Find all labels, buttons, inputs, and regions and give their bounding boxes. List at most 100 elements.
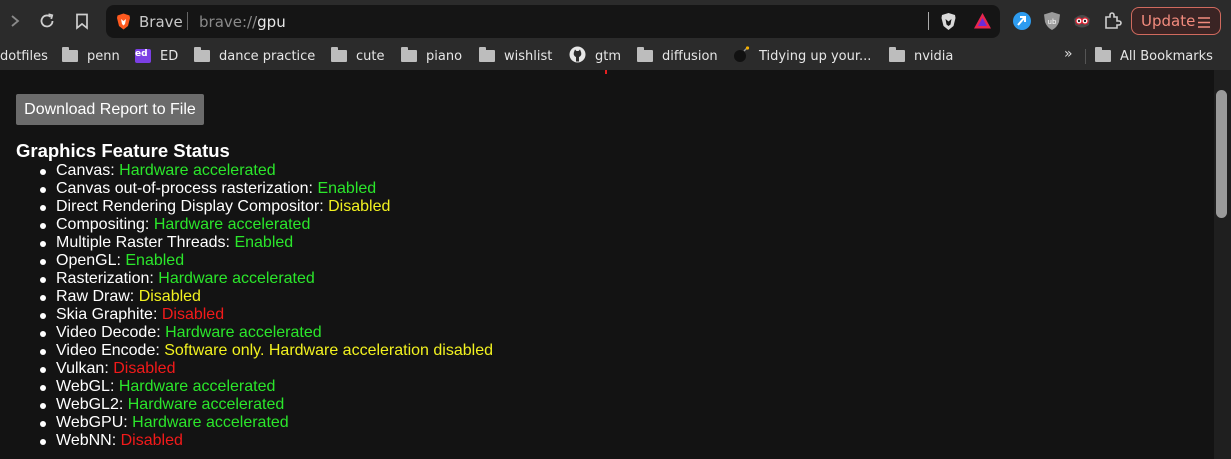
url-host: gpu bbox=[257, 13, 286, 31]
bookmark-diffusion[interactable]: diffusion bbox=[637, 47, 718, 65]
bookmark-dotfiles[interactable]: dotfiles bbox=[0, 47, 48, 65]
more-bookmarks-chevron-icon[interactable]: » bbox=[1064, 46, 1073, 62]
feature-status: Hardware accelerated bbox=[132, 414, 289, 431]
feature-status-list: Canvas: Hardware accelerated Canvas out-o… bbox=[16, 162, 493, 450]
bookmark-tidying[interactable]: Tidying up your... bbox=[733, 45, 872, 67]
bookmark-label: dance practice bbox=[219, 48, 316, 64]
ed-icon: ed bbox=[135, 49, 151, 63]
bookmark-label: All Bookmarks bbox=[1120, 48, 1213, 64]
feature-item: Rasterization: Hardware accelerated bbox=[16, 270, 493, 288]
brave-rewards-icon[interactable] bbox=[973, 12, 992, 35]
folder-icon bbox=[401, 47, 417, 62]
github-icon bbox=[569, 46, 586, 67]
folder-icon bbox=[331, 47, 347, 62]
update-button[interactable]: Update bbox=[1131, 7, 1221, 35]
forward-icon[interactable] bbox=[3, 9, 27, 33]
url-text[interactable]: brave://gpu bbox=[199, 13, 286, 31]
feature-item: Video Encode: Software only. Hardware ac… bbox=[16, 342, 493, 360]
feature-name: WebNN: bbox=[56, 432, 121, 449]
feature-name: WebGL2: bbox=[56, 396, 128, 413]
feature-item: Canvas out-of-process rasterization: Ena… bbox=[16, 180, 493, 198]
menu-icon bbox=[1197, 15, 1211, 33]
bookmarks-bar: dotfiles penn ed ED dance practice cute … bbox=[0, 42, 1231, 70]
feature-name: Compositing: bbox=[56, 216, 154, 233]
feature-item: Multiple Raster Threads: Enabled bbox=[16, 234, 493, 252]
brave-logo-icon bbox=[116, 13, 131, 35]
page-content: Download Report to File Graphics Feature… bbox=[0, 70, 1214, 459]
feature-item: Canvas: Hardware accelerated bbox=[16, 162, 493, 180]
ublock-icon[interactable]: ub bbox=[1042, 11, 1062, 31]
bookmark-piano[interactable]: piano bbox=[401, 47, 462, 65]
divider bbox=[928, 12, 929, 30]
bookmark-gtm[interactable]: gtm bbox=[569, 46, 622, 67]
privacy-badger-icon[interactable] bbox=[1072, 11, 1092, 31]
feature-status: Disabled bbox=[161, 306, 225, 323]
feature-name: Video Encode: bbox=[56, 342, 165, 359]
folder-icon bbox=[62, 47, 78, 62]
bookmark-label: nvidia bbox=[914, 48, 954, 64]
svg-text:ub: ub bbox=[1048, 18, 1057, 26]
bomb-icon bbox=[733, 45, 750, 67]
feature-name: Skia Graphite: bbox=[56, 306, 162, 323]
feature-status: Hardware accelerated bbox=[118, 378, 276, 395]
folder-icon bbox=[889, 47, 905, 62]
feature-name: Canvas out-of-process rasterization: bbox=[56, 180, 318, 197]
feature-status: Enabled bbox=[317, 180, 377, 197]
feature-status: Hardware accelerated bbox=[119, 162, 276, 179]
feature-name: Raw Draw: bbox=[56, 288, 139, 305]
bookmark-label: Tidying up your... bbox=[759, 48, 872, 64]
bookmark-label: cute bbox=[356, 48, 385, 64]
reload-icon[interactable] bbox=[35, 9, 59, 33]
red-marker bbox=[605, 70, 607, 74]
feature-status: Hardware accelerated bbox=[153, 216, 311, 233]
feature-name: OpenGL: bbox=[56, 252, 126, 269]
scrollbar-thumb[interactable] bbox=[1216, 90, 1227, 218]
feature-status: Hardware accelerated bbox=[158, 270, 315, 287]
extensions-icon[interactable] bbox=[1102, 11, 1122, 31]
bookmark-dance-practice[interactable]: dance practice bbox=[194, 47, 315, 65]
bookmark-label: gtm bbox=[595, 48, 622, 64]
download-report-button[interactable]: Download Report to File bbox=[16, 94, 204, 125]
bookmark-nvidia[interactable]: nvidia bbox=[889, 47, 953, 65]
feature-item: Video Decode: Hardware accelerated bbox=[16, 324, 493, 342]
feature-item: Skia Graphite: Disabled bbox=[16, 306, 493, 324]
feature-item: WebGL: Hardware accelerated bbox=[16, 378, 493, 396]
bookmark-label: wishlist bbox=[504, 48, 553, 64]
feature-item: Direct Rendering Display Compositor: Dis… bbox=[16, 198, 493, 216]
feature-item: WebGPU: Hardware accelerated bbox=[16, 414, 493, 432]
bookmark-ed[interactable]: ed ED bbox=[135, 47, 178, 65]
bookmark-label: diffusion bbox=[662, 48, 718, 64]
bookmark-icon[interactable] bbox=[70, 9, 94, 33]
feature-status: Enabled bbox=[234, 234, 294, 251]
feature-item: Compositing: Hardware accelerated bbox=[16, 216, 493, 234]
all-bookmarks-button[interactable]: All Bookmarks bbox=[1095, 47, 1213, 65]
feature-status: Disabled bbox=[328, 198, 391, 215]
folder-icon bbox=[194, 47, 210, 62]
feature-status: Enabled bbox=[125, 252, 185, 269]
feature-item: OpenGL: Enabled bbox=[16, 252, 493, 270]
section-title: Graphics Feature Status bbox=[16, 140, 230, 161]
vertical-scrollbar[interactable] bbox=[1214, 70, 1231, 459]
url-scheme: brave:// bbox=[199, 13, 258, 31]
brave-shield-icon[interactable] bbox=[940, 12, 957, 36]
update-label: Update bbox=[1141, 12, 1196, 30]
feature-status: Software only. Hardware acceleration dis… bbox=[164, 342, 493, 359]
bookmark-cute[interactable]: cute bbox=[331, 47, 384, 65]
feature-item: WebNN: Disabled bbox=[16, 432, 493, 450]
feature-name: Canvas: bbox=[56, 162, 120, 179]
browser-toolbar: Brave brave://gpu ub Update bbox=[0, 0, 1231, 42]
feature-name: Multiple Raster Threads: bbox=[56, 234, 235, 251]
feature-name: Video Decode: bbox=[56, 324, 166, 341]
bookmark-penn[interactable]: penn bbox=[62, 47, 120, 65]
address-bar[interactable]: Brave brave://gpu bbox=[106, 5, 1000, 38]
feature-status: Disabled bbox=[113, 360, 176, 377]
bookmark-wishlist[interactable]: wishlist bbox=[479, 47, 552, 65]
folder-icon bbox=[637, 47, 653, 62]
feature-status: Hardware accelerated bbox=[165, 324, 322, 341]
feature-status: Disabled bbox=[120, 432, 183, 449]
folder-icon bbox=[479, 47, 495, 62]
extension-blue-icon[interactable] bbox=[1012, 11, 1032, 31]
feature-status: Hardware accelerated bbox=[127, 396, 285, 413]
bookmark-label: dotfiles bbox=[0, 48, 48, 64]
bookmark-label: piano bbox=[426, 48, 463, 64]
